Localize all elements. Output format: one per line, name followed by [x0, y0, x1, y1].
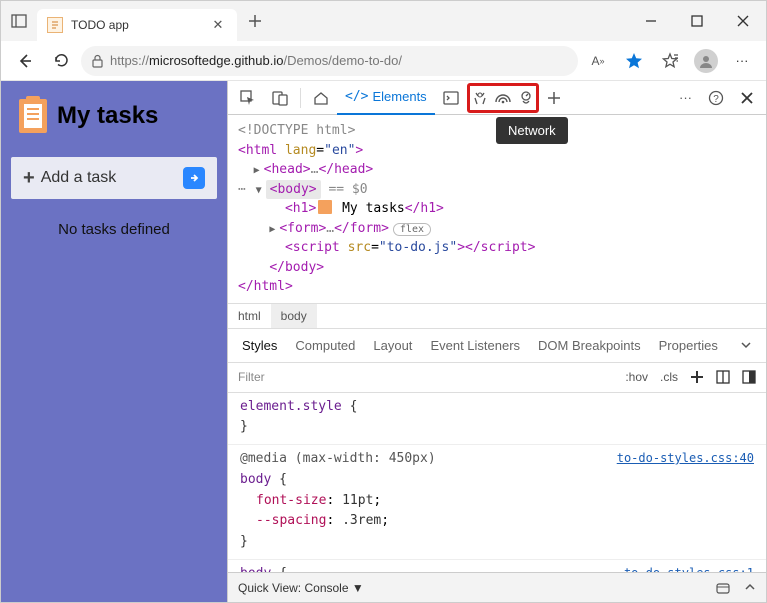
- welcome-tab[interactable]: [305, 81, 337, 115]
- empty-state-text: No tasks defined: [1, 221, 227, 238]
- computed-styles-sidebar-icon[interactable]: [716, 370, 730, 384]
- subtab-computed[interactable]: Computed: [295, 338, 355, 353]
- new-tab-button[interactable]: [237, 1, 273, 41]
- source-link[interactable]: to-do-styles.css:40: [617, 449, 754, 468]
- devtools-tabs: </>Elements ··· ?: [228, 81, 766, 115]
- toggle-rendering-icon[interactable]: [742, 370, 756, 384]
- subtab-dom-breakpoints[interactable]: DOM Breakpoints: [538, 338, 641, 353]
- submit-arrow-icon[interactable]: [183, 167, 205, 189]
- highlighted-network-area: [467, 83, 539, 113]
- app-panel: My tasks + Add a task No tasks defined: [1, 81, 227, 602]
- browser-tab[interactable]: TODO app ✕: [37, 9, 237, 41]
- source-link[interactable]: to-do-styles.css:1: [624, 564, 754, 572]
- filter-input[interactable]: Filter: [238, 370, 265, 384]
- dom-breadcrumb[interactable]: html body: [228, 303, 766, 329]
- app-header: My tasks: [1, 81, 227, 151]
- lock-icon: [91, 54, 104, 68]
- styles-subtabs: Styles Computed Layout Event Listeners D…: [228, 329, 766, 363]
- devtools-more-button[interactable]: ···: [671, 81, 700, 115]
- menu-button[interactable]: ···: [726, 45, 758, 77]
- styles-filter-row: Filter :hov .cls: [228, 363, 766, 393]
- refresh-button[interactable]: [45, 45, 77, 77]
- subtab-styles[interactable]: Styles: [242, 338, 277, 353]
- new-rule-button[interactable]: [690, 370, 704, 384]
- quick-view-bar[interactable]: Quick View: Console ▼: [228, 572, 766, 602]
- performance-tab[interactable]: [518, 90, 534, 106]
- add-task-label: Add a task: [41, 169, 117, 187]
- plus-icon: +: [23, 167, 35, 190]
- tab-favicon: [47, 17, 63, 33]
- favorites-bar-button[interactable]: [654, 45, 686, 77]
- cls-button[interactable]: .cls: [660, 370, 678, 384]
- devtools-help-button[interactable]: ?: [700, 81, 732, 115]
- address-bar: https://microsoftedge.github.io/Demos/de…: [1, 41, 766, 81]
- inspect-element-button[interactable]: [232, 81, 264, 115]
- svg-text:?: ?: [713, 94, 719, 105]
- tab-actions-button[interactable]: [1, 1, 37, 41]
- close-button[interactable]: [720, 1, 766, 41]
- crumb-body[interactable]: body: [271, 304, 317, 328]
- maximize-button[interactable]: [674, 1, 720, 41]
- read-aloud-button[interactable]: A»: [582, 45, 614, 77]
- minimize-button[interactable]: [628, 1, 674, 41]
- collapse-drawer-icon[interactable]: [744, 581, 756, 595]
- subtab-properties[interactable]: Properties: [659, 338, 718, 353]
- crumb-html[interactable]: html: [228, 304, 271, 328]
- url-text: https://microsoftedge.github.io/Demos/de…: [110, 53, 402, 68]
- app-title: My tasks: [57, 102, 158, 130]
- tab-title: TODO app: [71, 18, 201, 32]
- tab-close-icon[interactable]: ✕: [209, 16, 227, 34]
- quick-view-selector[interactable]: Console ▼: [304, 581, 363, 595]
- rule-element-style: element.style { }: [228, 393, 766, 446]
- more-tabs-button[interactable]: [539, 81, 569, 115]
- subtab-event-listeners[interactable]: Event Listeners: [430, 338, 520, 353]
- subtab-layout[interactable]: Layout: [373, 338, 412, 353]
- back-button[interactable]: [9, 45, 41, 77]
- devtools-close-button[interactable]: [732, 81, 762, 115]
- rule-body-margin: to-do-styles.css:1 body { margin: ▶calc(…: [228, 560, 766, 572]
- clipboard-icon: [19, 99, 47, 133]
- elements-tab[interactable]: </>Elements: [337, 81, 435, 115]
- issues-button[interactable]: [716, 581, 730, 595]
- titlebar: TODO app ✕: [1, 1, 766, 41]
- network-tooltip: Network: [496, 117, 568, 144]
- window-controls: [628, 1, 766, 41]
- add-task-button[interactable]: + Add a task: [11, 157, 217, 199]
- rule-media-body: to-do-styles.css:40 @media (max-width: 4…: [228, 445, 766, 560]
- favorite-button[interactable]: [618, 45, 650, 77]
- hov-button[interactable]: :hov: [625, 370, 648, 384]
- styles-body[interactable]: element.style { } to-do-styles.css:40 @m…: [228, 393, 766, 573]
- device-emulation-button[interactable]: [264, 81, 296, 115]
- subtabs-overflow-icon[interactable]: [740, 339, 752, 351]
- url-box[interactable]: https://microsoftedge.github.io/Demos/de…: [81, 46, 578, 76]
- quick-view-label: Quick View:: [238, 581, 301, 595]
- sources-tab[interactable]: [472, 90, 488, 106]
- profile-button[interactable]: [690, 45, 722, 77]
- console-tab[interactable]: [435, 81, 467, 115]
- devtools-panel: </>Elements ··· ? Network <!DOCTYPE html…: [227, 81, 766, 602]
- network-tab[interactable]: [494, 90, 512, 106]
